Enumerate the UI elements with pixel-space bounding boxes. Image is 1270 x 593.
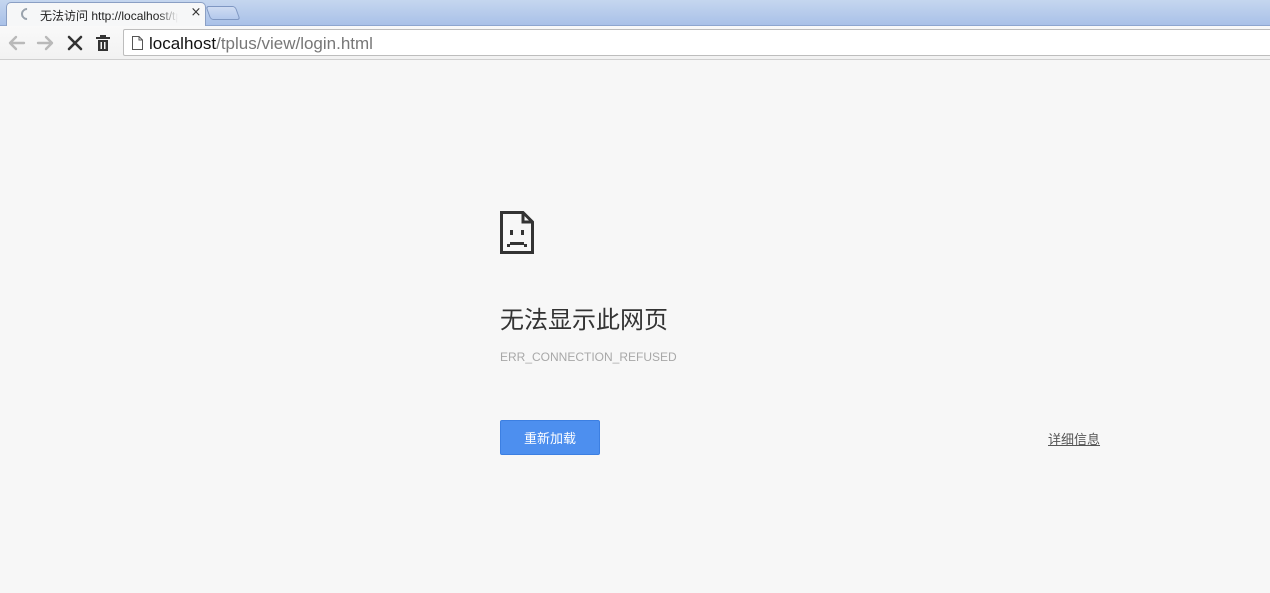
stop-button[interactable] — [63, 31, 87, 55]
tab-close-icon[interactable]: × — [189, 6, 203, 20]
back-button[interactable] — [5, 31, 29, 55]
reload-button[interactable]: 重新加载 — [500, 420, 600, 455]
forward-button[interactable] — [33, 31, 57, 55]
stop-x-icon — [67, 35, 83, 51]
details-link[interactable]: 详细信息 — [1048, 429, 1100, 448]
back-arrow-icon — [8, 35, 26, 51]
new-tab-button[interactable] — [205, 6, 241, 20]
tab-content[interactable]: 无法访问 http://localhost/tplus/view/login.h… — [6, 2, 206, 26]
url-host: localhost — [149, 34, 217, 53]
sad-page-icon — [500, 211, 534, 254]
page-icon — [132, 36, 143, 50]
address-bar[interactable]: localhost/tplus/view/login.html — [123, 29, 1270, 56]
tab-title: 无法访问 http://localhost/tplus/view/login.h… — [40, 9, 178, 23]
url-text[interactable]: localhost/tplus/view/login.html — [149, 34, 373, 54]
url-path: /tplus/view/login.html — [216, 34, 373, 53]
error-code: ERR_CONNECTION_REFUSED — [500, 350, 677, 364]
forward-arrow-icon — [36, 35, 54, 51]
trash-button[interactable] — [91, 31, 115, 55]
error-title: 无法显示此网页 — [500, 306, 668, 334]
loading-spinner-icon — [18, 5, 36, 23]
trash-icon — [96, 35, 110, 51]
tab-strip: 无法访问 http://localhost/tplus/view/login.h… — [0, 0, 1270, 27]
toolbar: localhost/tplus/view/login.html — [0, 26, 1270, 60]
